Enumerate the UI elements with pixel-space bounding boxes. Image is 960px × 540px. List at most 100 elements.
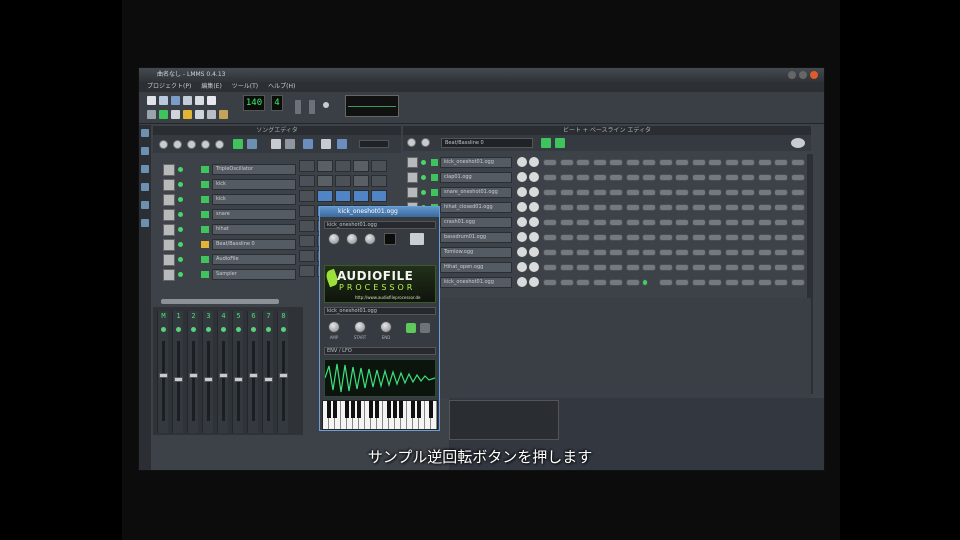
- sidebar-presets-icon[interactable]: [141, 183, 149, 191]
- step-button[interactable]: [724, 264, 739, 271]
- step-button[interactable]: [543, 249, 557, 256]
- step-button[interactable]: [741, 264, 755, 271]
- step-button[interactable]: [559, 234, 574, 241]
- step-button[interactable]: [576, 204, 590, 211]
- step-button[interactable]: [757, 234, 772, 241]
- song-grid-cell[interactable]: [353, 175, 369, 187]
- step-button[interactable]: [658, 174, 673, 181]
- step-button[interactable]: [741, 204, 755, 211]
- step-button[interactable]: [724, 204, 739, 211]
- step-button[interactable]: [642, 234, 656, 241]
- song-grid-cell[interactable]: [371, 160, 387, 172]
- track-volume-knob[interactable]: [517, 232, 527, 242]
- start-knob[interactable]: [354, 321, 366, 333]
- step-button[interactable]: [576, 264, 590, 271]
- track-volume-knob[interactable]: [517, 277, 527, 287]
- step-button[interactable]: [790, 219, 805, 226]
- reverse-sample-button[interactable]: [406, 323, 416, 333]
- stop-icon[interactable]: [173, 140, 182, 149]
- step-button[interactable]: [691, 249, 706, 256]
- volume-fader[interactable]: [159, 373, 168, 378]
- step-button[interactable]: [774, 264, 788, 271]
- mute-led[interactable]: [178, 182, 183, 187]
- plugin-name-field[interactable]: kick_oneshot01.ogg: [324, 221, 436, 229]
- sidebar-home-icon[interactable]: [141, 201, 149, 209]
- step-button[interactable]: [609, 219, 623, 226]
- volume-fader[interactable]: [219, 373, 228, 378]
- step-button[interactable]: [708, 174, 722, 181]
- step-button[interactable]: [576, 159, 590, 166]
- song-grid-cell[interactable]: [299, 265, 315, 277]
- step-button[interactable]: [757, 279, 772, 286]
- sidebar-instruments-icon[interactable]: [141, 129, 149, 137]
- song-grid-cell[interactable]: [317, 160, 333, 172]
- step-button[interactable]: [691, 219, 706, 226]
- step-button[interactable]: [625, 174, 640, 181]
- track-name[interactable]: TripleOscillator: [212, 164, 296, 175]
- step-button[interactable]: [675, 279, 689, 286]
- master-pitch-slider[interactable]: [309, 100, 315, 114]
- song-grid-cell[interactable]: [299, 220, 315, 232]
- bb-track-name[interactable]: kick_oneshot01.ogg: [440, 157, 512, 168]
- step-button[interactable]: [658, 189, 673, 196]
- track-pan-knob[interactable]: [529, 157, 539, 167]
- step-button[interactable]: [559, 174, 574, 181]
- volume-fader[interactable]: [249, 373, 258, 378]
- controller-rack[interactable]: [449, 400, 559, 440]
- step-button[interactable]: [625, 249, 640, 256]
- tempo-display[interactable]: 140: [243, 95, 265, 111]
- step-button[interactable]: [592, 249, 607, 256]
- track-handle[interactable]: [163, 239, 175, 251]
- step-button[interactable]: [675, 159, 689, 166]
- song-horizontal-scrollbar[interactable]: [161, 299, 279, 304]
- piano-black-key[interactable]: [351, 401, 355, 418]
- piano-black-key[interactable]: [429, 401, 433, 418]
- step-button[interactable]: [675, 189, 689, 196]
- piano-roll-icon[interactable]: [171, 110, 180, 119]
- mixer-icon[interactable]: [195, 110, 204, 119]
- piano-black-key[interactable]: [333, 401, 337, 418]
- step-button[interactable]: [790, 234, 805, 241]
- step-button[interactable]: [559, 249, 574, 256]
- bb-track-name[interactable]: bassdrum01.ogg: [440, 232, 512, 243]
- step-button[interactable]: [708, 219, 722, 226]
- bb-track-name[interactable]: clap01.ogg: [440, 172, 512, 183]
- step-button[interactable]: [724, 234, 739, 241]
- step-button[interactable]: [741, 189, 755, 196]
- track-handle[interactable]: [407, 157, 418, 168]
- song-grid-cell[interactable]: [353, 160, 369, 172]
- song-grid-cell[interactable]: [353, 190, 369, 202]
- fx-channel-display[interactable]: [384, 233, 396, 245]
- song-grid-cell[interactable]: [299, 235, 315, 247]
- step-button[interactable]: [559, 159, 574, 166]
- bb-track-name[interactable]: Hihat_open.ogg: [440, 262, 512, 273]
- step-button[interactable]: [757, 219, 772, 226]
- step-button[interactable]: [592, 159, 607, 166]
- step-button[interactable]: [592, 264, 607, 271]
- piano-black-key[interactable]: [399, 401, 403, 418]
- volume-fader[interactable]: [264, 377, 273, 382]
- template-icon[interactable]: [159, 96, 168, 105]
- mixer-channel-strip[interactable]: 7: [262, 311, 273, 433]
- bb-track[interactable]: clap01.ogg: [407, 171, 547, 184]
- step-button[interactable]: [625, 159, 640, 166]
- step-button[interactable]: [642, 174, 656, 181]
- what-this-icon[interactable]: [207, 96, 216, 105]
- step-button[interactable]: [724, 249, 739, 256]
- track-volume-knob[interactable]: [517, 172, 527, 182]
- instrument-plugin-window[interactable]: kick_oneshot01.ogg kick_oneshot01.ogg AU…: [319, 206, 440, 431]
- record-icon[interactable]: [233, 139, 243, 149]
- mute-led[interactable]: [251, 327, 256, 332]
- song-grid-cell[interactable]: [299, 205, 315, 217]
- mute-led[interactable]: [266, 327, 271, 332]
- step-button[interactable]: [592, 204, 607, 211]
- track-handle[interactable]: [163, 269, 175, 281]
- step-button[interactable]: [708, 279, 722, 286]
- step-button[interactable]: [757, 174, 772, 181]
- step-button[interactable]: [642, 204, 656, 211]
- song-track[interactable]: Sampler: [163, 268, 296, 281]
- add-sample-track-icon[interactable]: [201, 140, 210, 149]
- mixer-channel-strip[interactable]: M: [157, 311, 168, 433]
- song-grid-cell[interactable]: [299, 160, 315, 172]
- step-button[interactable]: [658, 264, 673, 271]
